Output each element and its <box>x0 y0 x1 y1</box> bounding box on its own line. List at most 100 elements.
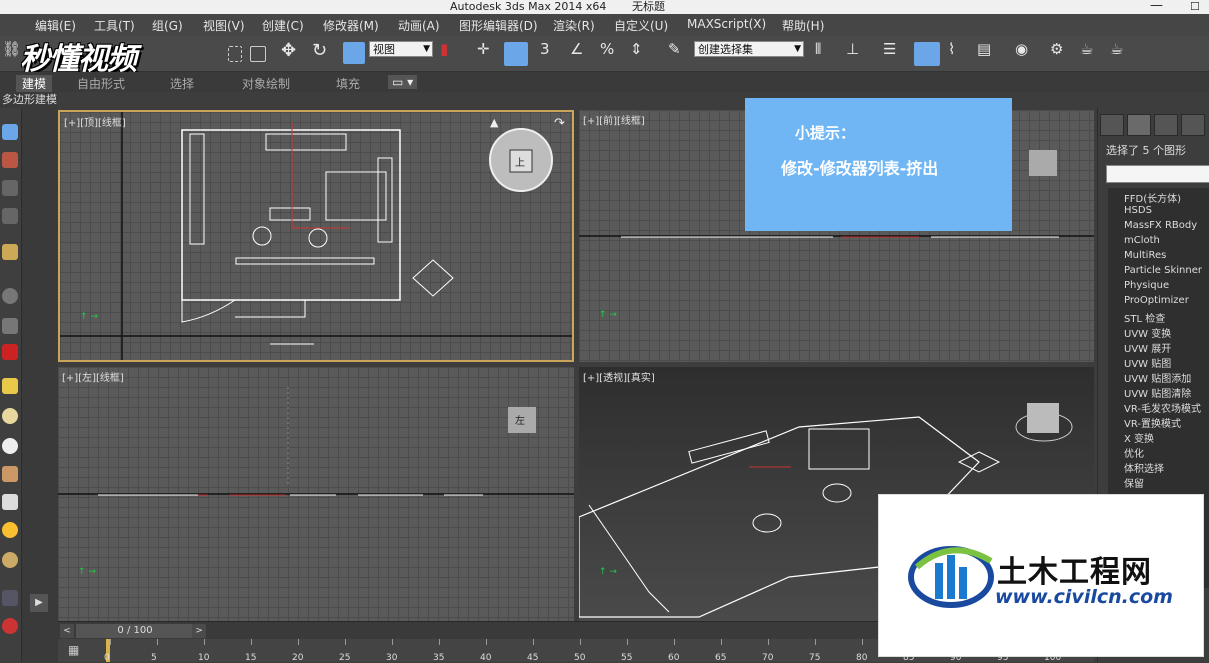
grid-icon[interactable] <box>2 208 18 224</box>
menu-rendering[interactable]: 渲染(R) <box>553 17 595 34</box>
window-crossing-icon[interactable] <box>250 46 266 62</box>
list-item[interactable]: FFD(长方体) <box>1124 190 1181 205</box>
list-item[interactable]: VR-毛发农场模式 <box>1124 400 1201 415</box>
modifier-list-field[interactable] <box>1106 165 1209 183</box>
circle-icon[interactable] <box>2 552 18 568</box>
viewcube-face-label[interactable]: 上 <box>515 154 525 169</box>
angle-snap-icon[interactable]: ∠ <box>570 40 583 58</box>
render-frame-icon[interactable]: ☕ <box>1080 40 1093 58</box>
list-item[interactable]: UVW 变换 <box>1124 325 1171 340</box>
list-item[interactable]: UVW 贴图清除 <box>1124 385 1191 400</box>
play-icon[interactable]: ▶ <box>30 594 48 612</box>
tab-selection[interactable]: 选择 <box>170 75 194 92</box>
menu-create[interactable]: 创建(C) <box>262 17 304 34</box>
mirror-icon[interactable]: ⫴ <box>815 40 821 58</box>
sphere-icon[interactable] <box>2 288 18 304</box>
prev-frame-icon[interactable]: < <box>60 624 74 638</box>
pivot-icon[interactable]: ▮ <box>440 40 448 58</box>
menu-customize[interactable]: 自定义(U) <box>614 17 668 34</box>
rotate-view-icon[interactable]: ↷ <box>554 116 565 131</box>
list-item[interactable]: STL 检查 <box>1124 310 1165 325</box>
key-mode-icon[interactable]: ▦ <box>68 643 79 657</box>
select-icon[interactable] <box>2 124 18 140</box>
render-production-icon[interactable]: ☕ <box>1110 40 1123 58</box>
viewport-label[interactable]: [+][顶][线框] <box>64 114 126 129</box>
menu-views[interactable]: 视图(V) <box>203 17 245 34</box>
list-item[interactable]: X 变换 <box>1124 430 1154 445</box>
viewport-label[interactable]: [+][透视][真实] <box>583 369 655 384</box>
cut-icon[interactable] <box>2 244 18 260</box>
select-manipulate-icon[interactable]: ✛ <box>477 40 490 58</box>
list-item[interactable]: MultiRes <box>1124 250 1166 261</box>
minimize-icon[interactable]: — <box>1150 0 1163 13</box>
menu-tools[interactable]: 工具(T) <box>94 17 135 34</box>
viewcube-face-label[interactable]: 左 <box>515 412 525 427</box>
tab-modeling[interactable]: 建模 <box>16 75 53 92</box>
record-icon[interactable] <box>2 618 18 634</box>
list-item[interactable]: UVW 展开 <box>1124 340 1171 355</box>
tab-freeform[interactable]: 自由形式 <box>77 75 125 92</box>
curve-editor-icon[interactable]: ⌇ <box>948 40 955 58</box>
ribbon-options-icon[interactable]: ▭ ▾ <box>388 75 418 89</box>
motion-tab-icon[interactable] <box>1181 114 1205 136</box>
menu-help[interactable]: 帮助(H) <box>782 17 824 34</box>
lock-icon[interactable]: ▲ <box>490 116 498 129</box>
next-frame-icon[interactable]: > <box>192 624 206 638</box>
viewport-label[interactable]: [+][前][线框] <box>583 112 645 127</box>
snap-toggle-icon[interactable]: 3 <box>540 40 550 58</box>
tab-populate[interactable]: 填充 <box>336 75 360 92</box>
list-item[interactable]: MassFX RBody <box>1124 220 1197 231</box>
schematic-view-icon[interactable]: ▤ <box>977 40 991 58</box>
edit-named-selection-icon[interactable]: ✎ <box>668 40 681 58</box>
viewport-top[interactable]: 上 [+][顶][线框] ▲ ↷ ↑ → <box>58 110 574 362</box>
percent-snap-icon[interactable]: % <box>600 40 614 58</box>
align-icon[interactable]: ⊥ <box>846 40 859 58</box>
keyboard-shortcut-override-icon[interactable] <box>504 42 528 66</box>
menu-modifiers[interactable]: 修改器(M) <box>323 17 379 34</box>
scale-icon[interactable] <box>343 42 365 64</box>
list-item[interactable]: UVW 贴图添加 <box>1124 370 1191 385</box>
list-item[interactable]: 保留 <box>1124 475 1144 490</box>
reference-coordinate-dropdown[interactable]: 视图 ▼ <box>369 41 433 57</box>
gear-icon[interactable] <box>2 344 18 360</box>
link-icon[interactable]: ⛓ <box>2 40 21 58</box>
dots-icon[interactable] <box>2 590 18 606</box>
create-tab-icon[interactable] <box>1100 114 1124 136</box>
cone-icon[interactable] <box>2 494 18 510</box>
list-item[interactable]: ProOptimizer <box>1124 295 1189 306</box>
menu-graph-editors[interactable]: 图形编辑器(D) <box>459 17 538 34</box>
viewport-left[interactable]: 左 [+][左][线框] ↑ → <box>58 367 574 621</box>
viewport-label[interactable]: [+][左][线框] <box>62 369 124 384</box>
menu-maxscript[interactable]: MAXScript(X) <box>687 17 766 31</box>
move-icon[interactable]: ✥ <box>281 40 296 61</box>
material-editor-icon[interactable]: ◉ <box>1015 40 1028 58</box>
rotate-icon[interactable]: ↻ <box>312 40 327 61</box>
polygon-modeling-label[interactable]: 多边形建模 <box>0 92 58 108</box>
maximize-icon[interactable]: ☐ <box>1190 0 1200 13</box>
list-item[interactable]: 体积选择 <box>1124 460 1164 475</box>
region-select-icon[interactable] <box>228 46 242 62</box>
shape-icon[interactable] <box>2 318 18 334</box>
cylinder-icon[interactable] <box>2 438 18 454</box>
sun-icon[interactable] <box>2 522 18 538</box>
list-item[interactable]: Physique <box>1124 280 1169 291</box>
named-selection-set-dropdown[interactable]: 创建选择集 ▼ <box>694 41 804 57</box>
stack-icon[interactable] <box>2 180 18 196</box>
list-item[interactable]: UVW 贴图 <box>1124 355 1171 370</box>
modify-tab-icon[interactable] <box>1127 114 1151 136</box>
menu-animation[interactable]: 动画(A) <box>398 17 440 34</box>
tab-object-paint[interactable]: 对象绘制 <box>242 75 290 92</box>
paint-icon[interactable] <box>2 152 18 168</box>
menu-edit[interactable]: 编辑(E) <box>35 17 76 34</box>
list-item[interactable]: HSDS <box>1124 205 1152 216</box>
list-item[interactable]: mCloth <box>1124 235 1160 246</box>
list-item[interactable]: VR-置换模式 <box>1124 415 1181 430</box>
spinner-snap-icon[interactable]: ⇕ <box>630 40 643 58</box>
list-item[interactable]: Particle Skinner <box>1124 265 1202 276</box>
layer-manager-icon[interactable]: ☰ <box>883 40 896 58</box>
render-setup-icon[interactable]: ⚙ <box>1050 40 1063 58</box>
box-icon[interactable] <box>2 378 18 394</box>
hand-icon[interactable] <box>2 466 18 482</box>
teapot-icon[interactable] <box>2 408 18 424</box>
menu-group[interactable]: 组(G) <box>152 17 183 34</box>
